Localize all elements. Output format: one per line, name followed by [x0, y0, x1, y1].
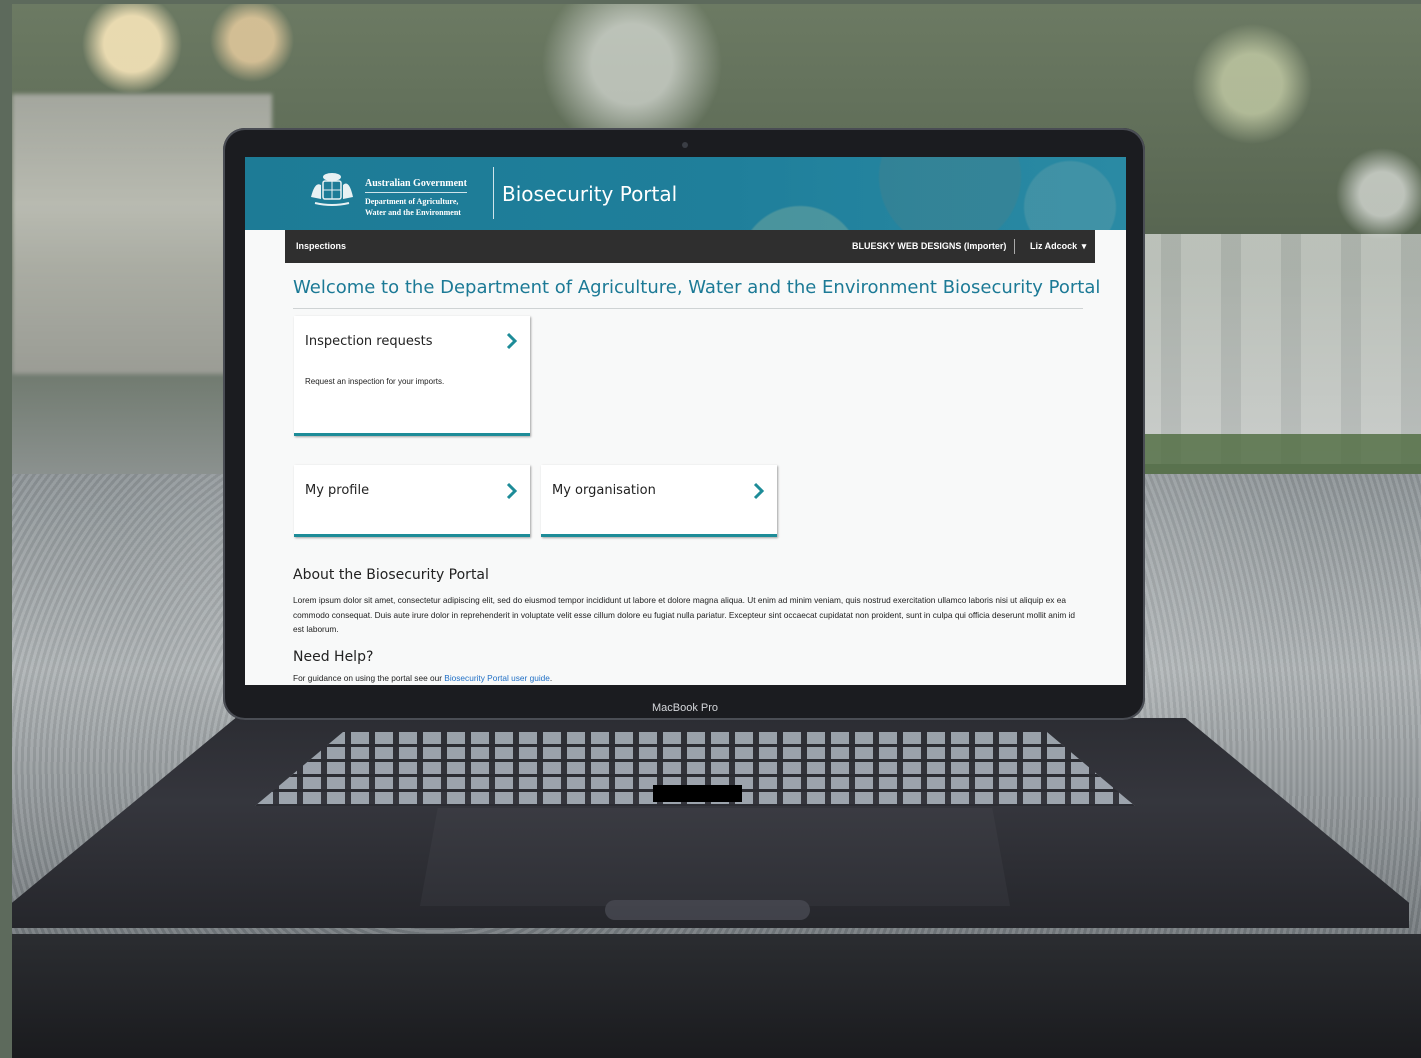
about-text: Lorem ipsum dolor sit amet, consectetur …: [293, 595, 1076, 634]
help-text: For guidance on using the portal see our…: [293, 673, 552, 683]
dept-line-1: Department of Agriculture,: [365, 197, 459, 206]
brand-divider: [493, 167, 494, 219]
chevron-right-icon: [753, 482, 765, 500]
card-title: My organisation: [552, 483, 656, 498]
card-description: Request an inspection for your imports.: [305, 377, 445, 386]
help-heading: Need Help?: [293, 649, 374, 665]
about-heading: About the Biosecurity Portal: [293, 567, 489, 583]
dept-line-2: Water and the Environment: [365, 208, 461, 217]
card-inspection-requests[interactable]: Inspection requests Request an inspectio…: [294, 316, 530, 436]
nav-organisation[interactable]: BLUESKY WEB DESIGNS (Importer): [852, 241, 1006, 251]
title-divider: [293, 308, 1083, 309]
user-menu[interactable]: Liz Adcock ▾: [1030, 241, 1086, 252]
page-title: Welcome to the Department of Agriculture…: [293, 277, 1101, 298]
card-title: My profile: [305, 483, 370, 498]
coat-of-arms-icon: [311, 173, 353, 206]
gov-wordmark: Australian Government Department of Agri…: [365, 178, 467, 218]
camera-icon: [682, 142, 688, 148]
card-my-organisation[interactable]: My organisation: [541, 465, 777, 537]
redaction-box: [653, 785, 742, 802]
table-edge: [12, 934, 1421, 1058]
laptop-screen: Australian Government Department of Agri…: [245, 157, 1126, 685]
user-guide-link[interactable]: Biosecurity Portal user guide: [444, 673, 550, 683]
caret-down-icon: ▾: [1081, 241, 1087, 251]
top-nav: Inspections BLUESKY WEB DESIGNS (Importe…: [285, 230, 1095, 263]
card-title: Inspection requests: [305, 334, 433, 349]
chevron-right-icon: [506, 482, 518, 500]
gov-line: Australian Government: [365, 178, 467, 193]
lid-notch: [605, 900, 810, 920]
background-fence: [1121, 234, 1421, 464]
header-artwork: [740, 157, 1126, 230]
nav-separator: [1014, 239, 1015, 254]
device-model-label: MacBook Pro: [651, 702, 719, 714]
trackpad: [420, 808, 1010, 906]
card-my-profile[interactable]: My profile: [294, 465, 530, 537]
user-name: Liz Adcock: [1030, 241, 1078, 251]
nav-inspections[interactable]: Inspections: [296, 241, 346, 251]
chevron-right-icon: [506, 332, 518, 350]
brand-header: Australian Government Department of Agri…: [245, 157, 1126, 230]
help-text-after: .: [549, 673, 553, 683]
help-text-before: For guidance on using the portal see our: [293, 673, 445, 683]
portal-title[interactable]: Biosecurity Portal: [502, 182, 677, 206]
